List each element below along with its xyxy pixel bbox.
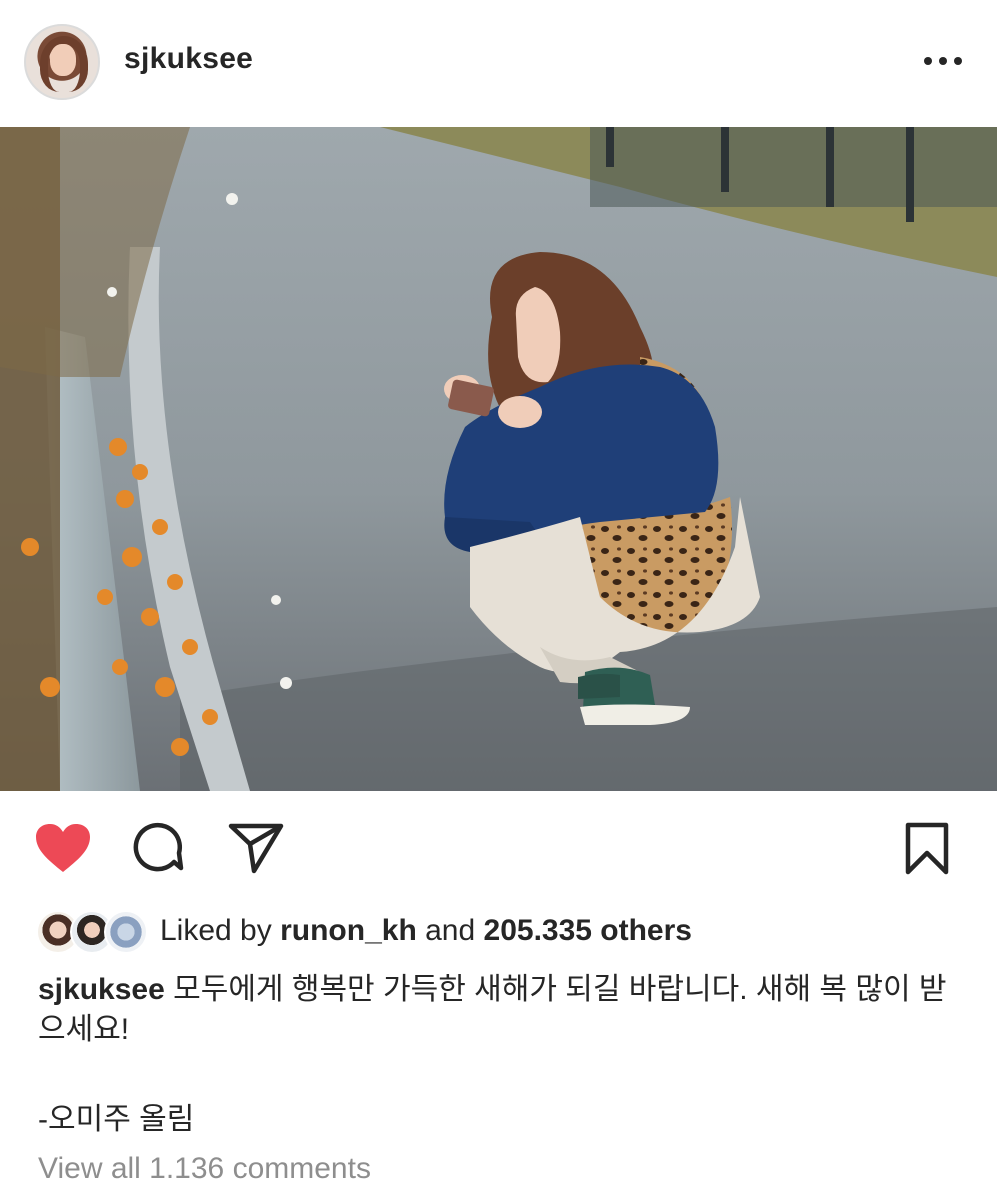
comment-icon[interactable]	[132, 822, 186, 881]
post-photo[interactable]	[0, 127, 997, 791]
more-options-icon[interactable]	[918, 44, 968, 78]
caption-username[interactable]: sjkuksee	[38, 973, 165, 1006]
likes-count[interactable]: 205.335 others	[484, 914, 692, 947]
bookmark-icon[interactable]	[902, 822, 952, 881]
post-header: sjkuksee	[0, 0, 997, 125]
likes-summary[interactable]: Liked by runon_kh and 205.335 others	[36, 908, 976, 958]
liker-username[interactable]: runon_kh	[280, 914, 417, 947]
likes-middle: and	[425, 914, 476, 947]
likes-prefix: Liked by	[160, 914, 272, 947]
caption-signoff: -오미주 올림	[38, 1103, 195, 1136]
view-all-comments-link[interactable]: View all 1.136 comments	[38, 1152, 371, 1186]
avatar-face	[50, 44, 76, 76]
liker-avatar	[104, 910, 148, 954]
liker-avatars	[36, 910, 148, 956]
heart-icon[interactable]	[34, 822, 92, 879]
profile-avatar[interactable]	[24, 24, 100, 100]
caption-text: 모두에게 행복만 가득한 새해가 되길 바랍니다. 새해 복 많이 받으세요!	[38, 973, 947, 1046]
likes-text: Liked by runon_kh and 205.335 others	[160, 914, 692, 948]
send-icon[interactable]	[228, 822, 284, 879]
post-username[interactable]: sjkuksee	[124, 42, 253, 76]
post-caption: sjkuksee 모두에게 행복만 가득한 새해가 되길 바랍니다. 새해 복 …	[38, 970, 958, 1050]
